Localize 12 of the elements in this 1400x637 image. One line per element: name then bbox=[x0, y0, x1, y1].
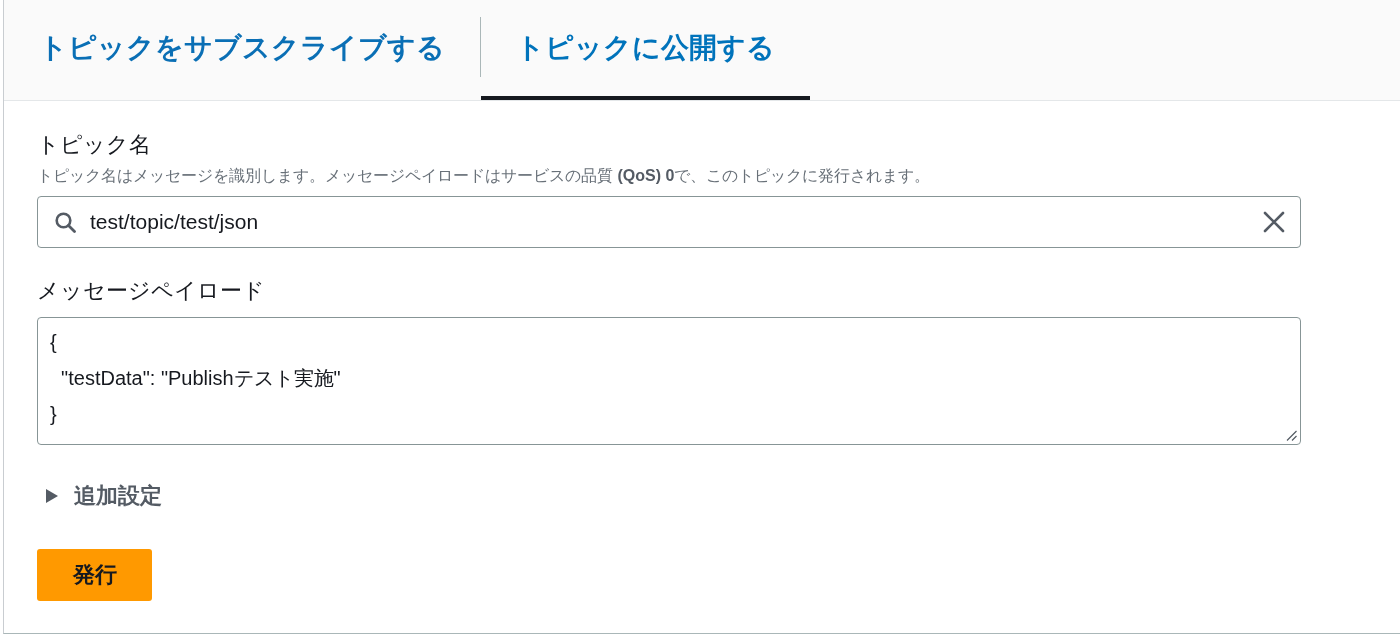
payload-textarea[interactable]: { "testData": "Publishテスト実施" } bbox=[37, 317, 1301, 445]
search-icon bbox=[55, 211, 76, 233]
search-field[interactable]: test/topic/test/json bbox=[37, 196, 1301, 248]
additional-settings-toggle[interactable]: 追加設定 bbox=[37, 481, 162, 511]
tab[interactable]: トピックに公開する bbox=[481, 0, 810, 100]
field-label: メッセージペイロード bbox=[37, 277, 265, 305]
resize-grip-icon[interactable] bbox=[1286, 430, 1297, 441]
tab[interactable]: トピックをサブスクライブする bbox=[4, 0, 480, 100]
close-icon[interactable] bbox=[1263, 211, 1285, 233]
field-label: トピック名 bbox=[37, 131, 151, 159]
field-description: トピック名はメッセージを識別します。メッセージペイロードはサービスの品質 (QoS) 0で、このトピックに発行されます。 bbox=[37, 166, 931, 186]
publish-button[interactable]: 発行 bbox=[37, 549, 152, 601]
